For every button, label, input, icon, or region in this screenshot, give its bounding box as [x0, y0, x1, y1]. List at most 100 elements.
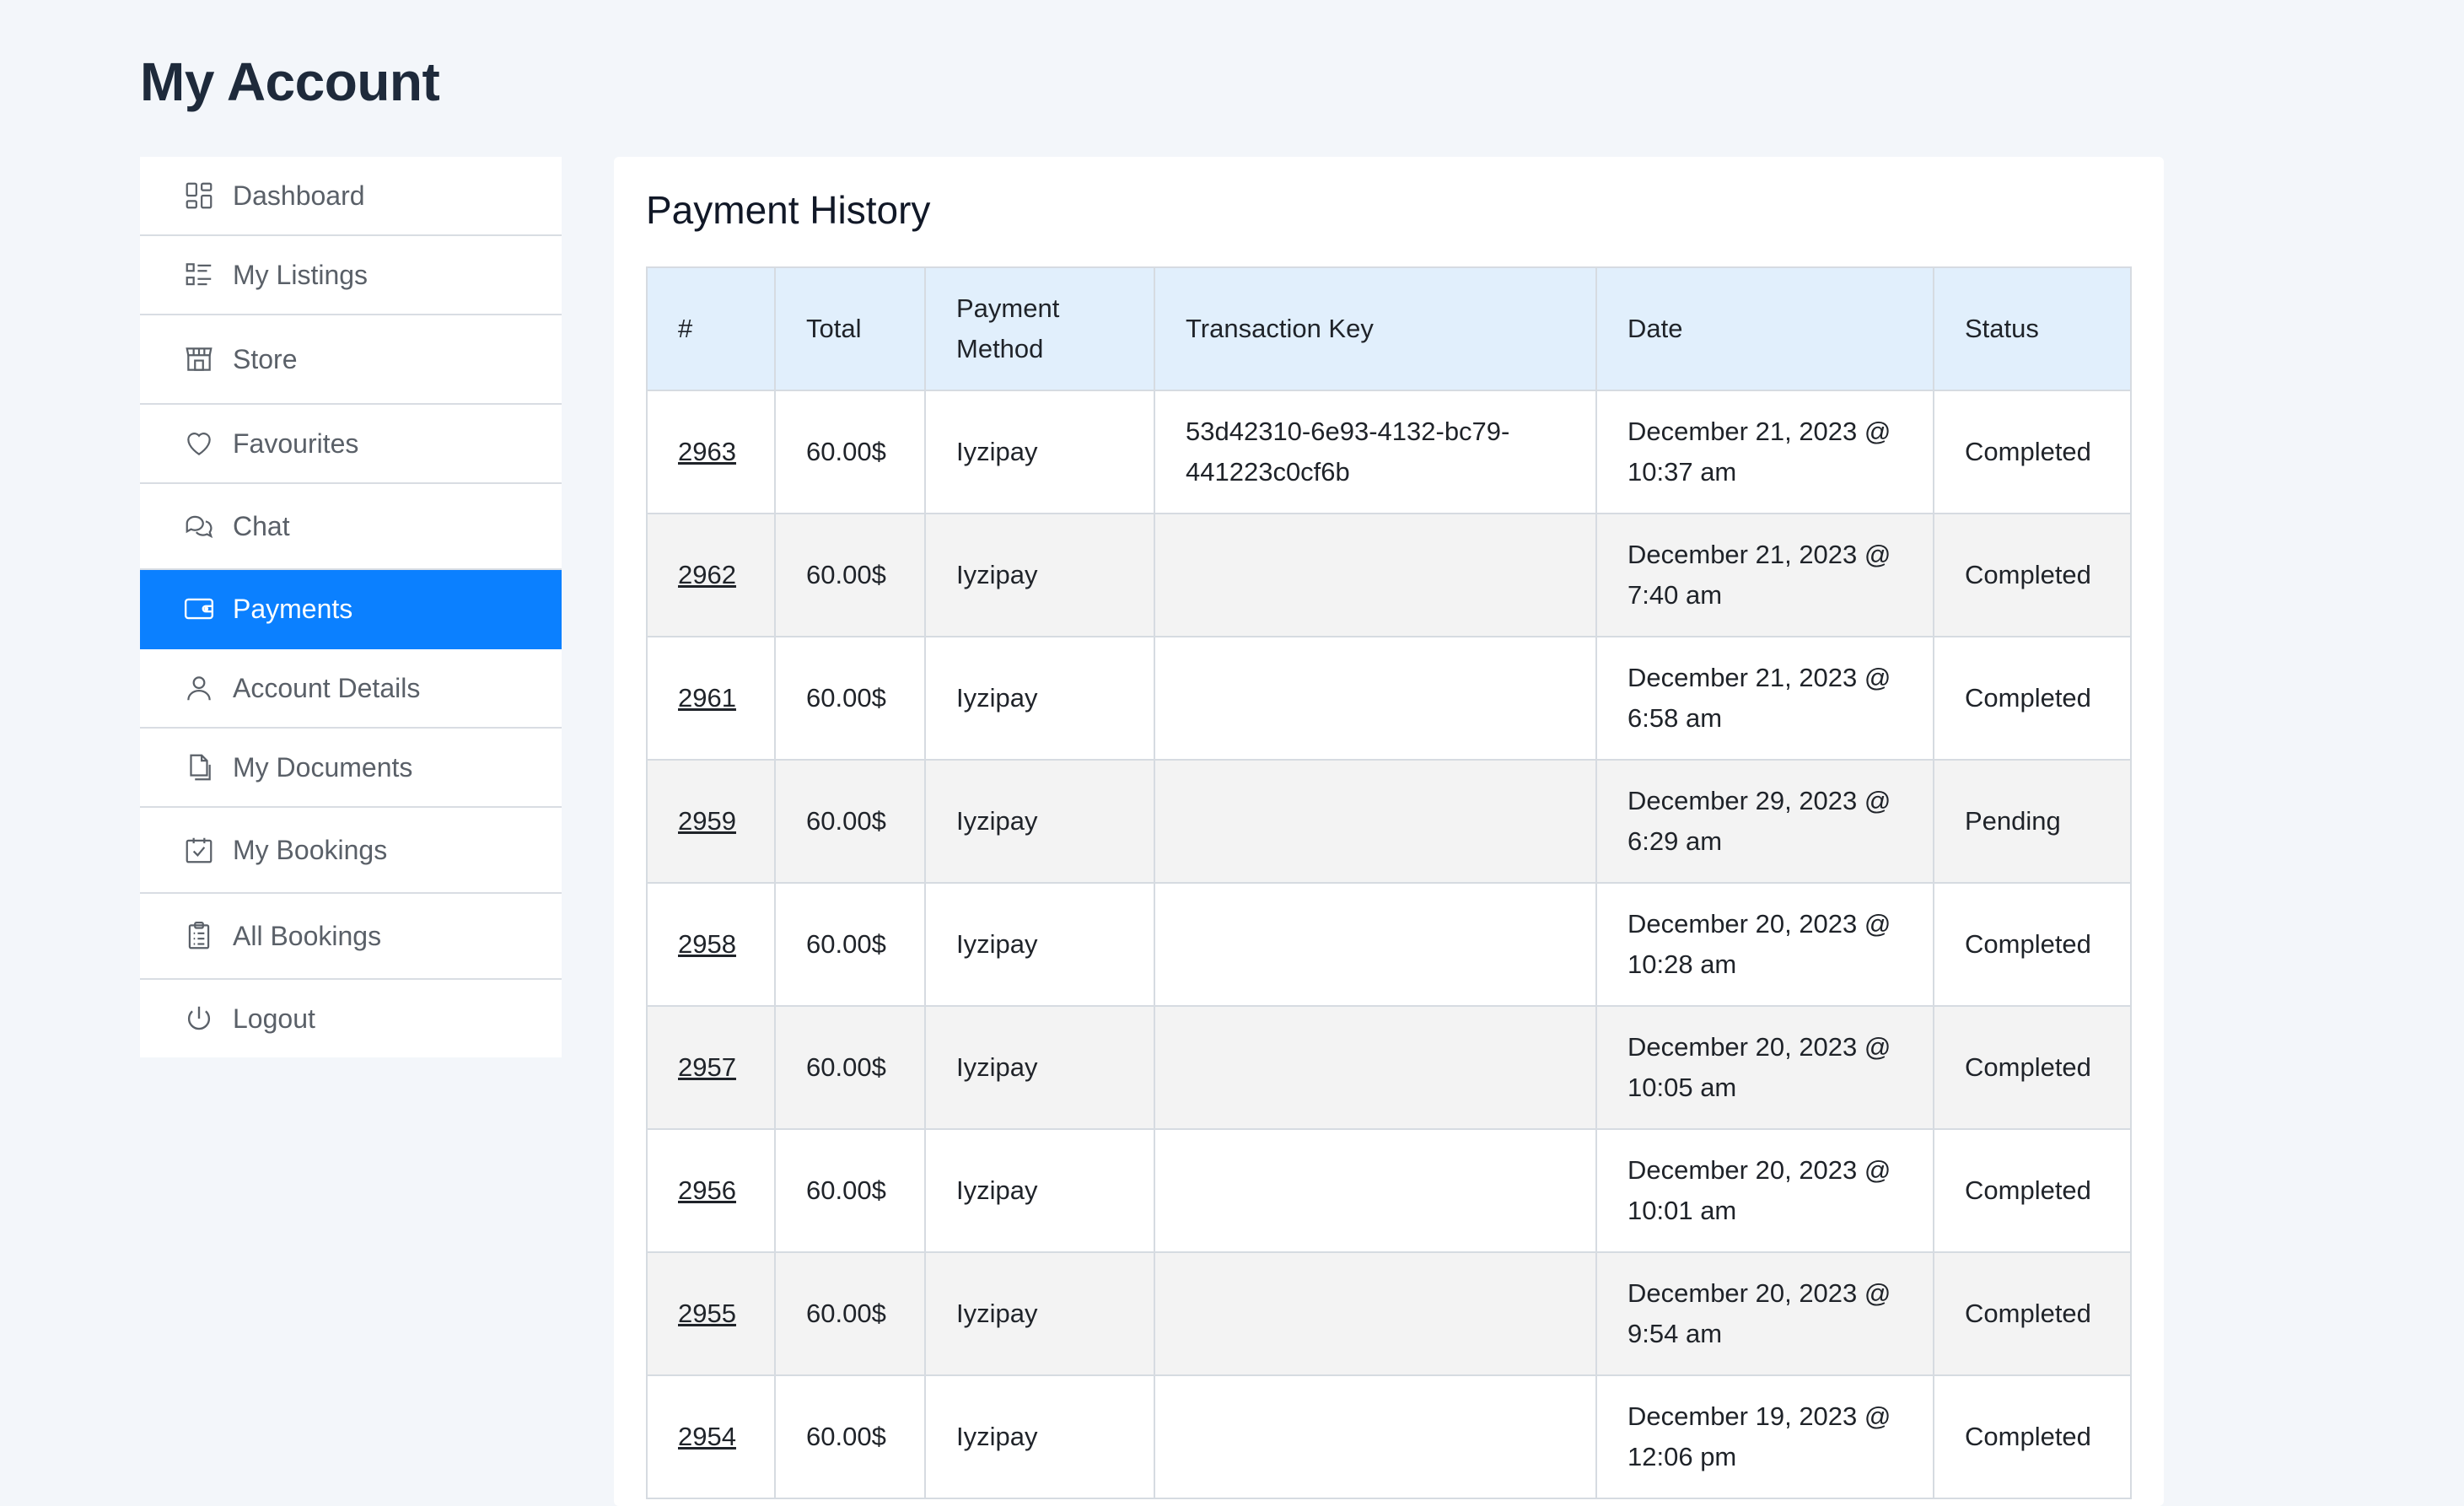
column-header-total: Total — [774, 266, 926, 391]
status-cell: Pending — [1933, 759, 2132, 884]
date-cell: December 20, 2023 @ 9:54 am — [1595, 1251, 1934, 1376]
payment-method-cell: Iyzipay — [924, 1374, 1155, 1499]
table-row: 2958 60.00$ Iyzipay December 20, 2023 @ … — [646, 882, 2132, 1007]
clipboard-icon — [182, 919, 216, 953]
status-cell: Completed — [1933, 1251, 2132, 1376]
payment-history-card: Payment History # Total Payment Method T… — [614, 157, 2164, 1506]
total-cell: 60.00$ — [774, 390, 926, 514]
transaction-key-cell: 53d42310-6e93-4132-bc79-441223c0cf6b — [1154, 390, 1597, 514]
column-header-date: Date — [1595, 266, 1934, 391]
sidebar-item-label: Store — [233, 343, 298, 374]
status-cell: Completed — [1933, 513, 2132, 637]
order-link[interactable]: 2962 — [678, 560, 736, 589]
transaction-key-cell — [1154, 882, 1597, 1007]
order-link[interactable]: 2955 — [678, 1299, 736, 1328]
table-row: 2957 60.00$ Iyzipay December 20, 2023 @ … — [646, 1005, 2132, 1130]
status-cell: Completed — [1933, 1005, 2132, 1130]
order-link[interactable]: 2959 — [678, 806, 736, 836]
sidebar-item-label: Payments — [233, 593, 353, 624]
sidebar-item-payments[interactable]: Payments — [140, 570, 562, 649]
total-cell: 60.00$ — [774, 1251, 926, 1376]
sidebar-item-label: Favourites — [233, 428, 359, 459]
sidebar-item-account-details[interactable]: Account Details — [140, 649, 562, 729]
status-cell: Completed — [1933, 1128, 2132, 1253]
transaction-key-cell — [1154, 1251, 1597, 1376]
table-body: 2963 60.00$ Iyzipay 53d42310-6e93-4132-b… — [646, 390, 2132, 1499]
status-cell: Completed — [1933, 390, 2132, 514]
transaction-key-cell — [1154, 759, 1597, 884]
sidebar-item-favourites[interactable]: Favourites — [140, 405, 562, 484]
listings-icon — [182, 258, 216, 292]
payment-method-cell: Iyzipay — [924, 1005, 1155, 1130]
sidebar-item-logout[interactable]: Logout — [140, 980, 562, 1057]
table-row: 2962 60.00$ Iyzipay December 21, 2023 @ … — [646, 513, 2132, 637]
calendar-check-icon — [182, 833, 216, 867]
sidebar-item-label: All Bookings — [233, 920, 382, 951]
status-cell: Completed — [1933, 882, 2132, 1007]
date-cell: December 29, 2023 @ 6:29 am — [1595, 759, 1934, 884]
sidebar-item-my-listings[interactable]: My Listings — [140, 236, 562, 315]
account-sidebar: Dashboard My Listings Store Favourites C… — [140, 157, 562, 1057]
power-icon — [182, 1002, 216, 1035]
column-header-status: Status — [1933, 266, 2132, 391]
order-link[interactable]: 2957 — [678, 1052, 736, 1082]
column-header-id: # — [646, 266, 776, 391]
transaction-key-cell — [1154, 513, 1597, 637]
date-cell: December 19, 2023 @ 12:06 pm — [1595, 1374, 1934, 1499]
transaction-key-cell — [1154, 636, 1597, 761]
total-cell: 60.00$ — [774, 1374, 926, 1499]
sidebar-item-label: Dashboard — [233, 180, 365, 211]
documents-icon — [182, 750, 216, 784]
total-cell: 60.00$ — [774, 636, 926, 761]
date-cell: December 20, 2023 @ 10:01 am — [1595, 1128, 1934, 1253]
table-row: 2954 60.00$ Iyzipay December 19, 2023 @ … — [646, 1374, 2132, 1499]
sidebar-item-label: My Documents — [233, 751, 413, 783]
payment-method-cell: Iyzipay — [924, 1128, 1155, 1253]
table-header-row: # Total Payment Method Transaction Key D… — [646, 266, 2132, 391]
order-link[interactable]: 2956 — [678, 1175, 736, 1205]
date-cell: December 20, 2023 @ 10:28 am — [1595, 882, 1934, 1007]
sidebar-item-chat[interactable]: Chat — [140, 484, 562, 570]
column-header-payment-method: Payment Method — [924, 266, 1155, 391]
wallet-icon — [182, 592, 216, 626]
chat-icon — [182, 509, 216, 543]
sidebar-item-label: Account Details — [233, 672, 421, 703]
table-row: 2955 60.00$ Iyzipay December 20, 2023 @ … — [646, 1251, 2132, 1376]
order-link[interactable]: 2958 — [678, 929, 736, 959]
sidebar-item-label: Chat — [233, 510, 290, 541]
store-icon — [182, 342, 216, 376]
sidebar-item-store[interactable]: Store — [140, 315, 562, 405]
column-header-transaction-key: Transaction Key — [1154, 266, 1597, 391]
order-link[interactable]: 2963 — [678, 437, 736, 466]
payment-method-cell: Iyzipay — [924, 390, 1155, 514]
payment-method-cell: Iyzipay — [924, 759, 1155, 884]
payment-history-table: # Total Payment Method Transaction Key D… — [646, 266, 2132, 1499]
payment-method-cell: Iyzipay — [924, 882, 1155, 1007]
sidebar-item-dashboard[interactable]: Dashboard — [140, 157, 562, 236]
payment-method-cell: Iyzipay — [924, 513, 1155, 637]
sidebar-item-all-bookings[interactable]: All Bookings — [140, 894, 562, 980]
payment-method-cell: Iyzipay — [924, 1251, 1155, 1376]
total-cell: 60.00$ — [774, 513, 926, 637]
user-icon — [182, 671, 216, 705]
date-cell: December 21, 2023 @ 10:37 am — [1595, 390, 1934, 514]
payment-method-cell: Iyzipay — [924, 636, 1155, 761]
table-row: 2961 60.00$ Iyzipay December 21, 2023 @ … — [646, 636, 2132, 761]
transaction-key-cell — [1154, 1128, 1597, 1253]
sidebar-item-label: Logout — [233, 1003, 315, 1034]
heart-icon — [182, 427, 216, 460]
total-cell: 60.00$ — [774, 1128, 926, 1253]
date-cell: December 21, 2023 @ 6:58 am — [1595, 636, 1934, 761]
transaction-key-cell — [1154, 1374, 1597, 1499]
sidebar-item-my-documents[interactable]: My Documents — [140, 729, 562, 808]
dashboard-icon — [182, 179, 216, 212]
status-cell: Completed — [1933, 1374, 2132, 1499]
order-link[interactable]: 2961 — [678, 683, 736, 713]
sidebar-item-my-bookings[interactable]: My Bookings — [140, 808, 562, 894]
page-title: My Account — [140, 51, 440, 112]
total-cell: 60.00$ — [774, 1005, 926, 1130]
date-cell: December 20, 2023 @ 10:05 am — [1595, 1005, 1934, 1130]
table-row: 2963 60.00$ Iyzipay 53d42310-6e93-4132-b… — [646, 390, 2132, 514]
order-link[interactable]: 2954 — [678, 1422, 736, 1451]
section-title: Payment History — [646, 188, 931, 232]
